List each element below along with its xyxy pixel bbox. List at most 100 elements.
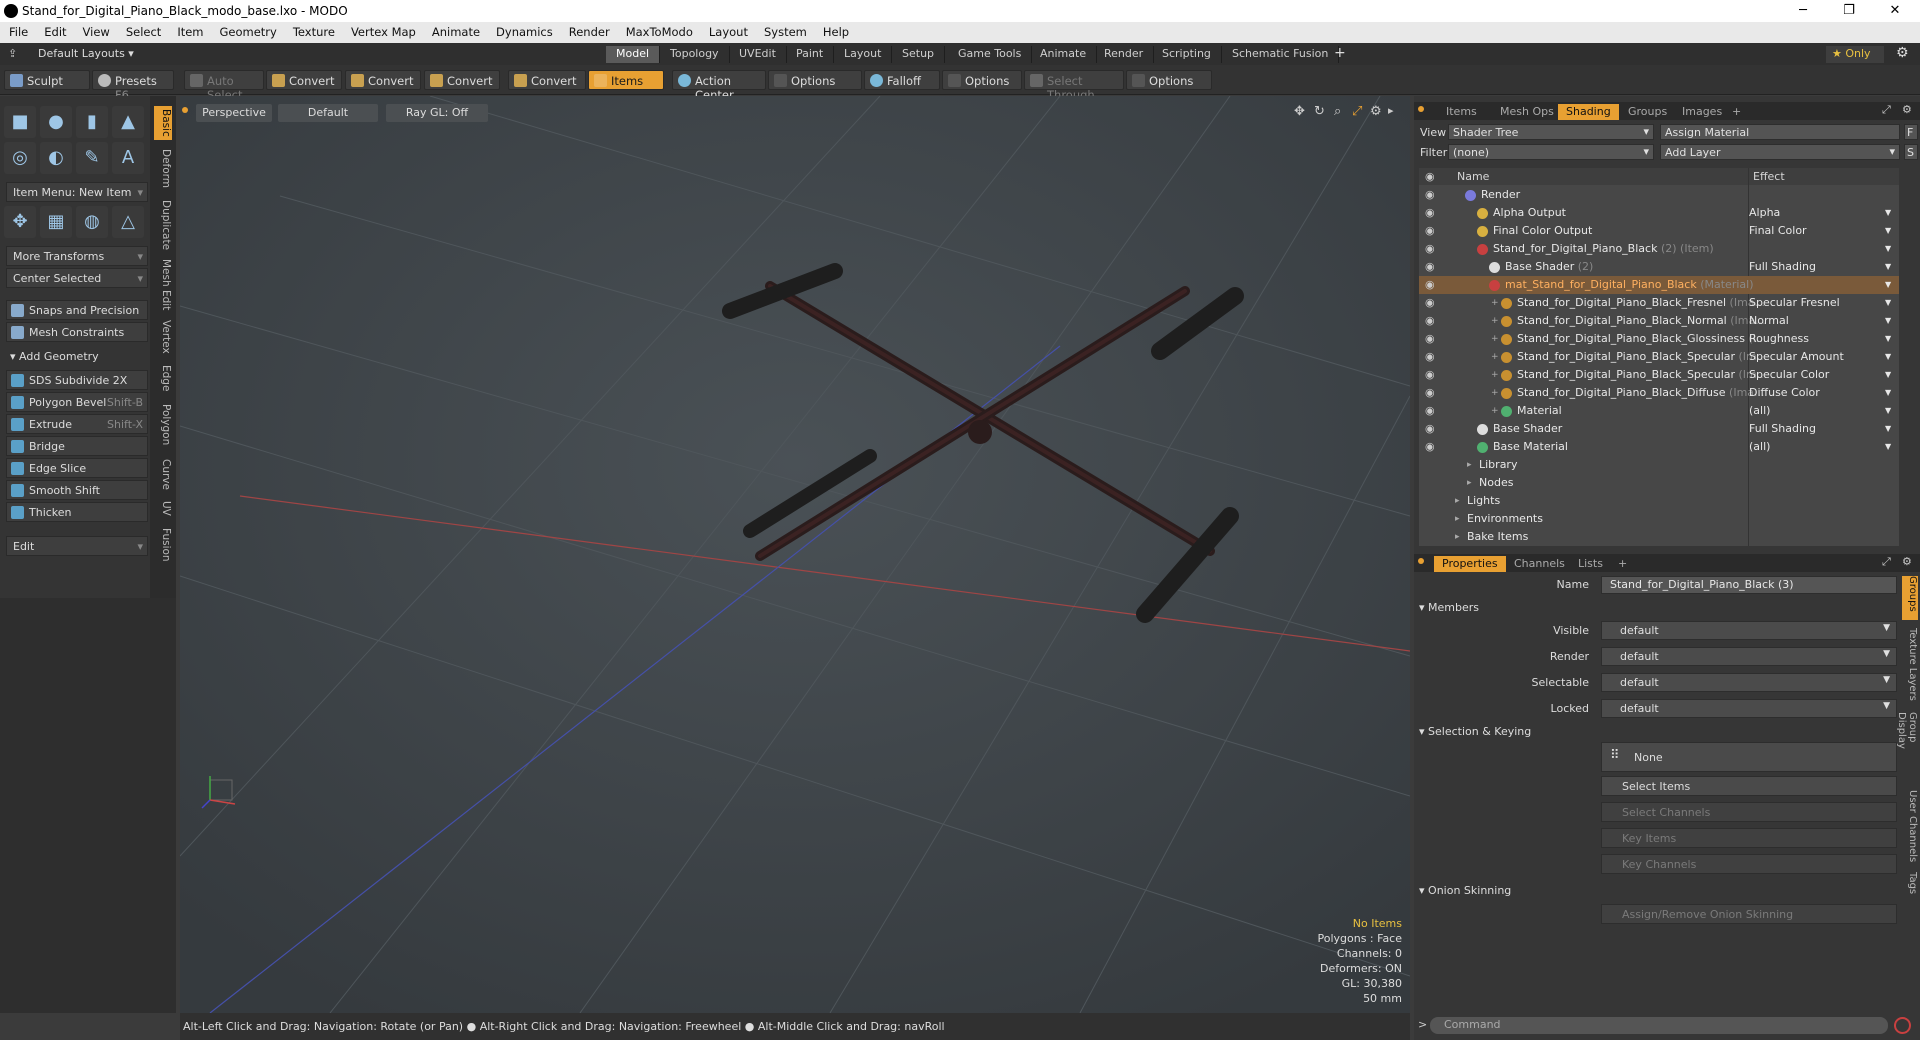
maximize-button[interactable]: ❐ [1826, 2, 1872, 20]
effect-dropdown-arrow-icon[interactable]: ▼ [1885, 384, 1891, 402]
visibility-eye-icon[interactable]: ◉ [1425, 369, 1438, 381]
select-through-options-button[interactable]: Options [1126, 70, 1212, 90]
tree-row[interactable]: ▸ Environments [1419, 510, 1899, 528]
select-items-button[interactable]: Select Items [1601, 776, 1897, 796]
vtab-user-channels[interactable]: User Channels [1902, 790, 1918, 864]
tab-model[interactable]: Model [606, 46, 661, 63]
layer-effect[interactable]: Diffuse Color [1749, 384, 1820, 402]
panel-gear-icon[interactable]: ⚙ [1902, 555, 1912, 568]
menu-layout[interactable]: Layout [700, 22, 755, 39]
expand-arrow-icon[interactable]: + [1491, 348, 1499, 366]
layer-effect[interactable]: Specular Color [1749, 366, 1829, 384]
selectable-dropdown[interactable]: default ▼ [1601, 673, 1897, 692]
tab-schematic-fusion[interactable]: Schematic Fusion [1222, 46, 1340, 63]
effect-dropdown-arrow-icon[interactable]: ▼ [1885, 420, 1891, 438]
key-items-button[interactable]: Key Items [1601, 828, 1897, 848]
none-selector[interactable]: ⠿ None [1601, 742, 1897, 772]
menu-animate[interactable]: Animate [423, 22, 487, 39]
menu-item[interactable]: Item [168, 22, 210, 39]
assign-onion-skinning-button[interactable]: Assign/Remove Onion Skinning [1601, 904, 1897, 924]
view-dropdown[interactable]: Shader Tree ▾ [1448, 124, 1654, 140]
pyramid-icon[interactable]: △ [112, 206, 144, 238]
tool-extrude[interactable]: Extrude Shift-X [6, 414, 148, 434]
name-field[interactable]: Stand_for_Digital_Piano_Black (3) [1601, 576, 1897, 594]
expand-icon[interactable]: ⤢ [1882, 103, 1891, 117]
raygl-dropdown[interactable]: Ray GL: Off [386, 104, 488, 122]
visibility-eye-icon[interactable]: ◉ [1425, 207, 1438, 219]
menu-file[interactable]: File [0, 22, 35, 39]
expand-arrow-icon[interactable]: + [1491, 402, 1499, 420]
visibility-eye-icon[interactable]: ◉ [1425, 405, 1438, 417]
tab-shading[interactable]: Shading [1558, 104, 1619, 120]
visibility-eye-icon[interactable]: ◉ [1425, 225, 1438, 237]
col-name[interactable]: Name [1457, 170, 1489, 183]
tab-images[interactable]: Images [1674, 104, 1730, 120]
action-center-options-button[interactable]: Options [768, 70, 862, 90]
view-type-dropdown[interactable]: Perspective [196, 104, 272, 122]
mesh-constraints-button[interactable]: Mesh Constraints [6, 322, 148, 342]
tool-bridge[interactable]: Bridge [6, 436, 148, 456]
convert-items-button[interactable]: Convert [508, 70, 586, 90]
cube-icon[interactable]: ■ [4, 106, 36, 138]
select-through-button[interactable]: Select Through [1024, 70, 1124, 102]
visibility-eye-icon[interactable]: ◉ [1425, 423, 1438, 435]
more-transforms-dropdown[interactable]: More Transforms ▾ [6, 246, 148, 266]
visibility-eye-icon[interactable]: ◉ [1425, 189, 1438, 201]
visibility-eye-icon[interactable]: ◉ [1425, 333, 1438, 345]
tree-row[interactable]: ◉ + Material (all) ▼ [1419, 402, 1899, 420]
3d-viewport[interactable] [180, 96, 1410, 1013]
menu-dynamics[interactable]: Dynamics [487, 22, 560, 39]
tree-row[interactable]: ▸ Nodes [1419, 474, 1899, 492]
vtab-edge[interactable]: Edge [154, 362, 172, 394]
tree-row[interactable]: ◉ Alpha Output Alpha ▼ [1419, 204, 1899, 222]
tab-uvedit[interactable]: UVEdit [729, 46, 787, 63]
effect-dropdown-arrow-icon[interactable]: ▼ [1885, 348, 1891, 366]
visible-dropdown[interactable]: default ▼ [1601, 621, 1897, 640]
expand-arrow-icon[interactable]: + [1491, 366, 1499, 384]
expand-arrow-icon[interactable]: ▸ [1455, 528, 1460, 546]
tab-setup[interactable]: Setup [892, 46, 946, 63]
vtab-groups[interactable]: Groups [1902, 576, 1918, 620]
visibility-eye-icon[interactable]: ◉ [1425, 261, 1438, 273]
expand-arrow-icon[interactable]: ▸ [1455, 510, 1460, 528]
effect-dropdown-arrow-icon[interactable]: ▼ [1885, 330, 1891, 348]
rotate-icon[interactable]: ↻ [1314, 104, 1325, 119]
layer-effect[interactable]: Roughness [1749, 330, 1809, 348]
tree-row[interactable]: ◉ Base Material (all) ▼ [1419, 438, 1899, 456]
layer-effect[interactable]: Specular Amount [1749, 348, 1844, 366]
tree-row[interactable]: ◉ + Stand_for_Digital_Piano_Black_Fresnel … [1419, 294, 1899, 312]
convert-edges-button[interactable]: Convert [345, 70, 421, 90]
visibility-eye-icon[interactable] [1425, 531, 1438, 543]
s-button[interactable]: S [1904, 144, 1918, 160]
effect-dropdown-arrow-icon[interactable]: ▼ [1885, 258, 1891, 276]
effect-dropdown-arrow-icon[interactable]: ▼ [1885, 438, 1891, 456]
selection-keying-section[interactable]: ▾ Selection & Keying [1419, 725, 1531, 738]
text-icon[interactable]: A [112, 142, 144, 174]
effect-dropdown-arrow-icon[interactable]: ▼ [1885, 240, 1891, 258]
expand-arrow-icon[interactable]: + [1491, 330, 1499, 348]
tab-groups[interactable]: Groups [1620, 104, 1675, 120]
visibility-eye-icon[interactable] [1425, 477, 1438, 489]
vtab-group-display[interactable]: Group Display [1896, 712, 1918, 782]
only-button[interactable]: ★ Only [1826, 46, 1884, 63]
effect-dropdown-arrow-icon[interactable]: ▼ [1885, 204, 1891, 222]
menu-system[interactable]: System [755, 22, 814, 39]
tree-row[interactable]: ◉ + Stand_for_Digital_Piano_Black_Diffuse … [1419, 384, 1899, 402]
expand-arrow-icon[interactable]: + [1491, 384, 1499, 402]
tab-topology[interactable]: Topology [660, 46, 730, 63]
tab-animate[interactable]: Animate [1030, 46, 1098, 63]
sphere-icon[interactable]: ● [40, 106, 72, 138]
close-button[interactable]: ✕ [1872, 2, 1918, 20]
layer-effect[interactable]: Final Color [1749, 222, 1807, 240]
cone-icon[interactable]: ▲ [112, 106, 144, 138]
add-layer-dropdown[interactable]: Add Layer ▾ [1660, 144, 1900, 160]
select-channels-button[interactable]: Select Channels [1601, 802, 1897, 822]
visibility-eye-icon[interactable]: ◉ [1425, 315, 1438, 327]
col-effect[interactable]: Effect [1753, 170, 1785, 183]
expand-arrow-icon[interactable]: ▸ [1467, 456, 1472, 474]
render-dropdown[interactable]: default ▼ [1601, 647, 1897, 666]
vtab-texture-layers[interactable]: Texture Layers [1902, 628, 1918, 704]
menu-select[interactable]: Select [117, 22, 168, 39]
tree-row[interactable]: ▸ Library [1419, 456, 1899, 474]
tree-row[interactable]: ◉ Base Shader (2) Full Shading ▼ [1419, 258, 1899, 276]
